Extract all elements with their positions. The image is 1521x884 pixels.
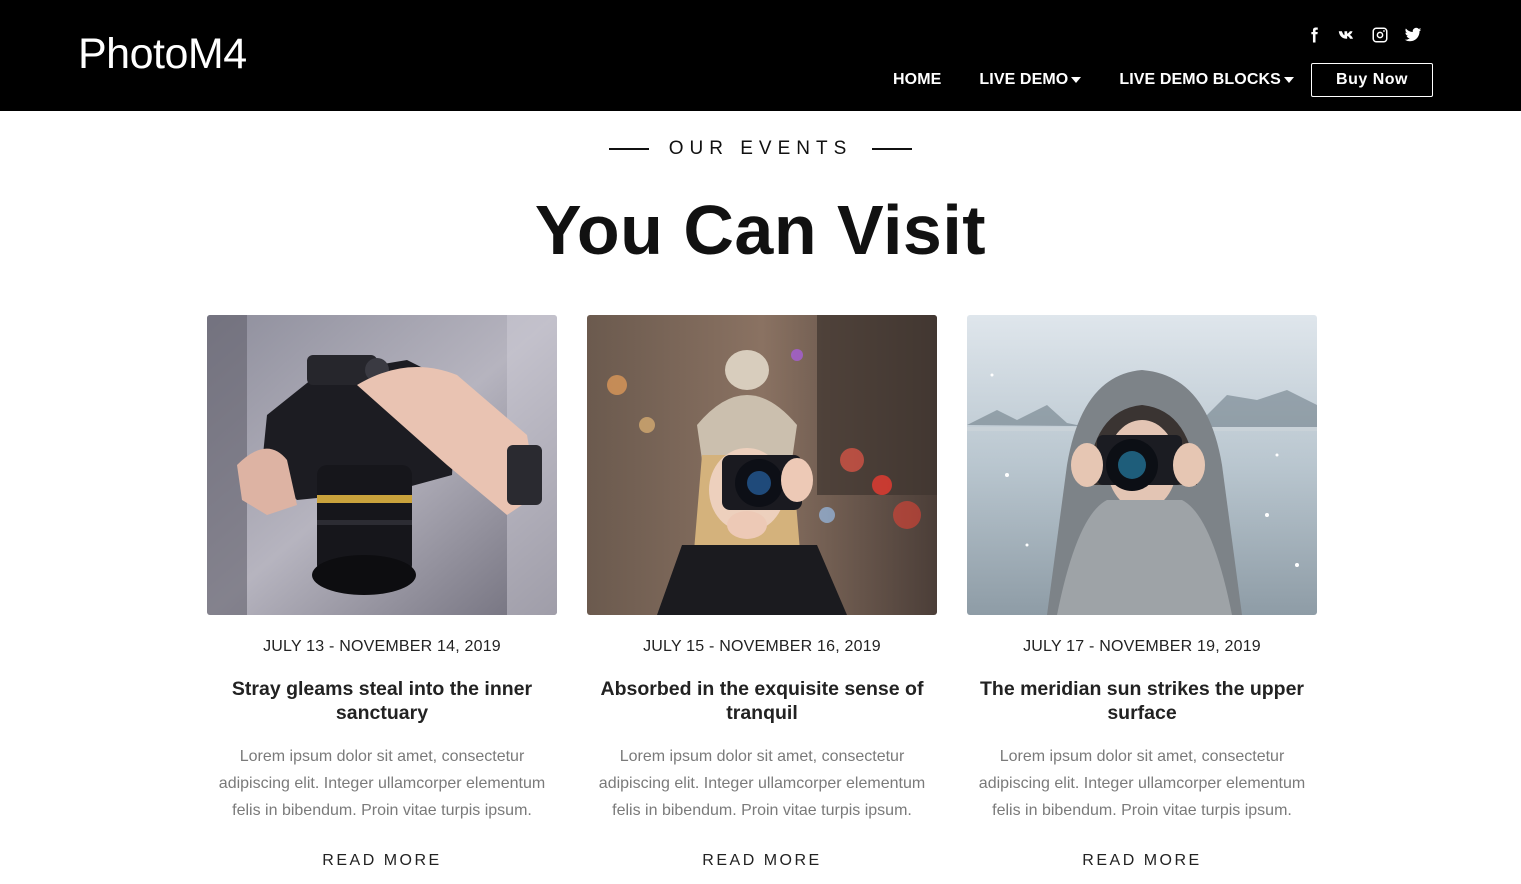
chevron-down-icon xyxy=(1071,77,1082,83)
event-photo-snow-hood[interactable] xyxy=(967,315,1317,615)
event-card: JULY 15 - NOVEMBER 16, 2019 Absorbed in … xyxy=(587,315,937,871)
read-more-link[interactable]: READ MORE xyxy=(1082,851,1201,871)
section-eyebrow: OUR EVENTS xyxy=(0,137,1521,161)
section-title: You Can Visit xyxy=(534,191,987,269)
event-description: Lorem ipsum dolor sit amet, consectetur … xyxy=(978,748,1306,819)
event-card: JULY 17 - NOVEMBER 19, 2019 The meridian… xyxy=(967,315,1317,871)
event-photo-camera-hands[interactable] xyxy=(207,315,557,615)
event-title[interactable]: The meridian sun strikes the upper surfa… xyxy=(977,677,1307,725)
chevron-down-icon xyxy=(1283,77,1294,83)
nav-home[interactable]: HOME xyxy=(893,68,941,92)
buy-now-button[interactable]: Buy Now xyxy=(1311,63,1433,97)
nav-live-demo-label: LIVE DEMO xyxy=(979,71,1069,88)
event-date: JULY 15 - NOVEMBER 16, 2019 xyxy=(643,638,881,655)
event-title[interactable]: Absorbed in the exquisite sense of tranq… xyxy=(597,677,927,725)
nav-live-demo-blocks[interactable]: LIVE DEMO BLOCKS xyxy=(1119,68,1294,92)
nav-live-demo-blocks-label: LIVE DEMO BLOCKS xyxy=(1119,71,1281,88)
nav-live-demo[interactable]: LIVE DEMO xyxy=(979,68,1082,92)
instagram-icon[interactable] xyxy=(1369,24,1391,46)
vk-icon[interactable] xyxy=(1336,24,1358,46)
twitter-icon[interactable] xyxy=(1402,24,1424,46)
nav-home-label: HOME xyxy=(893,71,942,88)
event-photo-woman-beanie[interactable] xyxy=(587,315,937,615)
site-logo[interactable]: PhotoM4 xyxy=(78,28,247,80)
read-more-link[interactable]: READ MORE xyxy=(702,851,821,871)
event-date: JULY 17 - NOVEMBER 19, 2019 xyxy=(1023,638,1261,655)
event-description: Lorem ipsum dolor sit amet, consectetur … xyxy=(218,748,546,819)
event-title[interactable]: Stray gleams steal into the inner sanctu… xyxy=(217,677,547,725)
divider xyxy=(872,148,913,150)
facebook-icon[interactable] xyxy=(1303,24,1325,46)
event-card: JULY 13 - NOVEMBER 14, 2019 Stray gleams… xyxy=(207,315,557,871)
event-description: Lorem ipsum dolor sit amet, consectetur … xyxy=(598,748,926,819)
divider xyxy=(608,148,649,150)
main-nav: HOME LIVE DEMO LIVE DEMO BLOCKS xyxy=(893,68,1294,92)
event-date: JULY 13 - NOVEMBER 14, 2019 xyxy=(263,638,501,655)
eyebrow-text: OUR EVENTS xyxy=(668,138,853,159)
read-more-link[interactable]: READ MORE xyxy=(322,851,441,871)
social-links xyxy=(1303,24,1424,46)
site-header: PhotoM4 HOME LIVE DEMO LIVE DEMO BLOCKS … xyxy=(0,0,1521,111)
